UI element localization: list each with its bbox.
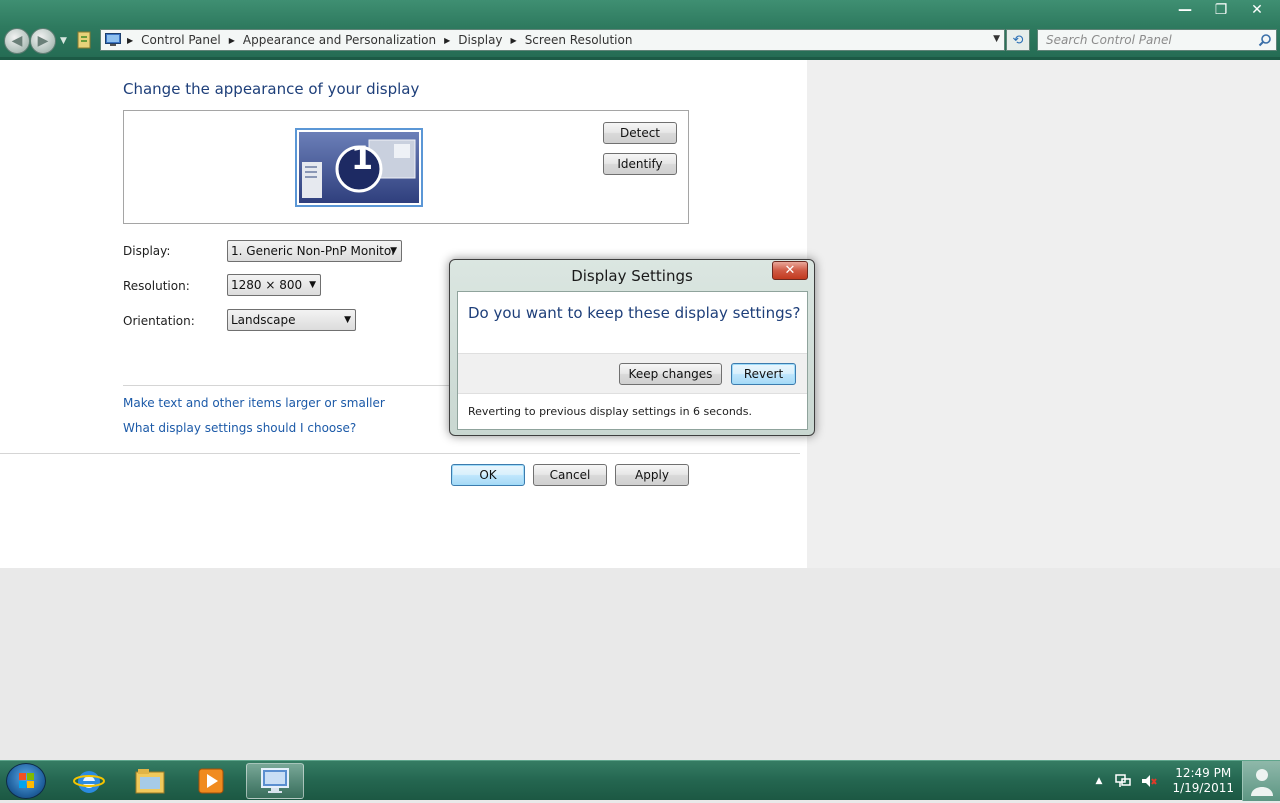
resolution-label: Resolution: (123, 279, 190, 293)
breadcrumb: ▶ Control Panel ▶ Appearance and Persona… (121, 33, 632, 47)
chevron-down-icon: ▼ (344, 315, 351, 325)
monitor-number-label: 1 (350, 139, 374, 177)
back-arrow-icon: ◀ (11, 33, 23, 49)
dialog-button-bar: Keep changes Revert (458, 353, 807, 394)
footer-divider (0, 453, 800, 454)
volume-muted-icon[interactable] (1140, 773, 1158, 789)
breadcrumb-separator-icon[interactable]: ▶ (229, 36, 235, 45)
dialog-body: Do you want to keep these display settin… (457, 291, 808, 430)
cancel-button[interactable]: Cancel (533, 464, 607, 486)
breadcrumb-separator-icon[interactable]: ▶ (511, 36, 517, 45)
network-icon[interactable] (1114, 773, 1132, 789)
display-label: Display: (123, 244, 171, 258)
start-button[interactable] (6, 763, 46, 799)
revert-button[interactable]: Revert (731, 363, 796, 385)
dialog-title: Display Settings (571, 267, 693, 285)
empty-pane (807, 60, 1280, 568)
keep-changes-button[interactable]: Keep changes (619, 363, 722, 385)
display-help-link[interactable]: What display settings should I choose? (123, 421, 356, 435)
address-dropdown-icon[interactable]: ▼ (993, 34, 1000, 44)
window-controls: — ❐ ✕ (1168, 0, 1274, 20)
chevron-down-icon: ▼ (309, 280, 316, 290)
minimize-button[interactable]: — (1168, 0, 1202, 20)
breadcrumb-screen-resolution[interactable]: Screen Resolution (525, 33, 633, 47)
windows-logo-icon (19, 773, 34, 788)
orientation-select-value: Landscape (231, 313, 296, 327)
window-titlebar: — ❐ ✕ ◀ ▶ ▼ ▶ Control Panel ▶ Appearance… (0, 0, 1280, 60)
breadcrumb-control-panel[interactable]: Control Panel (141, 33, 221, 47)
forward-button[interactable]: ▶ (30, 28, 56, 54)
close-button[interactable]: ✕ (1240, 0, 1274, 20)
refresh-icon: ⟲ (1012, 32, 1024, 48)
internet-explorer-taskbar-button[interactable] (60, 763, 118, 799)
dialog-close-button[interactable]: ✕ (772, 261, 808, 280)
forward-arrow-icon: ▶ (37, 33, 49, 49)
user-icon (1250, 769, 1273, 796)
breadcrumb-separator-icon[interactable]: ▶ (444, 36, 450, 45)
refresh-button[interactable]: ⟲ (1006, 29, 1030, 51)
monitor-1-thumbnail[interactable]: 1 (295, 128, 423, 207)
internet-explorer-icon (73, 771, 105, 793)
identify-button[interactable]: Identify (603, 153, 677, 175)
display-settings-icon (261, 768, 289, 793)
orientation-select[interactable]: Landscape ▼ (227, 309, 356, 331)
windows-explorer-taskbar-button[interactable] (121, 763, 179, 799)
maximize-button[interactable]: ❐ (1204, 0, 1238, 20)
display-settings-taskbar-button[interactable] (246, 763, 304, 799)
countdown-text: Reverting to previous display settings i… (468, 405, 752, 418)
system-clock[interactable]: 12:49 PM 1/19/2011 (1172, 766, 1234, 796)
notification-area: ▲ 12:49 PM 1/19/2011 (1096, 761, 1280, 801)
folder-icon (135, 769, 165, 794)
close-icon: ✕ (784, 263, 796, 278)
address-bar[interactable]: ▶ Control Panel ▶ Appearance and Persona… (100, 29, 1005, 51)
ok-button[interactable]: OK (451, 464, 525, 486)
media-player-taskbar-button[interactable] (182, 763, 240, 799)
control-panel-icon (105, 33, 121, 46)
recent-locations-icon[interactable] (76, 31, 92, 49)
clock-time: 12:49 PM (1175, 766, 1232, 780)
back-button[interactable]: ◀ (4, 28, 30, 54)
detect-button[interactable]: Detect (603, 122, 677, 144)
search-icon[interactable] (1258, 33, 1272, 47)
taskbar: ▲ 12:49 PM 1/19/2011 (0, 760, 1280, 801)
page-title: Change the appearance of your display (123, 80, 420, 98)
section-divider (123, 385, 453, 386)
display-select-value: 1. Generic Non-PnP Monitor (231, 244, 397, 258)
search-input[interactable]: Search Control Panel (1037, 29, 1277, 51)
display-settings-dialog: Display Settings ✕ Do you want to keep t… (449, 259, 815, 436)
orientation-label: Orientation: (123, 314, 195, 328)
breadcrumb-appearance[interactable]: Appearance and Personalization (243, 33, 436, 47)
resolution-select[interactable]: 1280 × 800 ▼ (227, 274, 321, 296)
breadcrumb-separator-icon[interactable]: ▶ (127, 36, 133, 45)
media-player-icon (198, 768, 224, 794)
chevron-down-icon: ▼ (390, 246, 397, 256)
show-hidden-icons-icon[interactable]: ▲ (1096, 776, 1103, 786)
dialog-question: Do you want to keep these display settin… (468, 304, 801, 322)
show-desktop-button[interactable] (1242, 761, 1280, 801)
breadcrumb-display[interactable]: Display (458, 33, 502, 47)
recent-pages-dropdown-icon[interactable]: ▼ (60, 36, 67, 46)
text-size-link[interactable]: Make text and other items larger or smal… (123, 396, 385, 410)
resolution-select-value: 1280 × 800 (231, 278, 303, 292)
clock-date: 1/19/2011 (1172, 781, 1234, 795)
monitor-preview-box: 1 Detect Identify (123, 110, 689, 224)
apply-button[interactable]: Apply (615, 464, 689, 486)
search-placeholder: Search Control Panel (1046, 33, 1172, 47)
display-select[interactable]: 1. Generic Non-PnP Monitor ▼ (227, 240, 402, 262)
